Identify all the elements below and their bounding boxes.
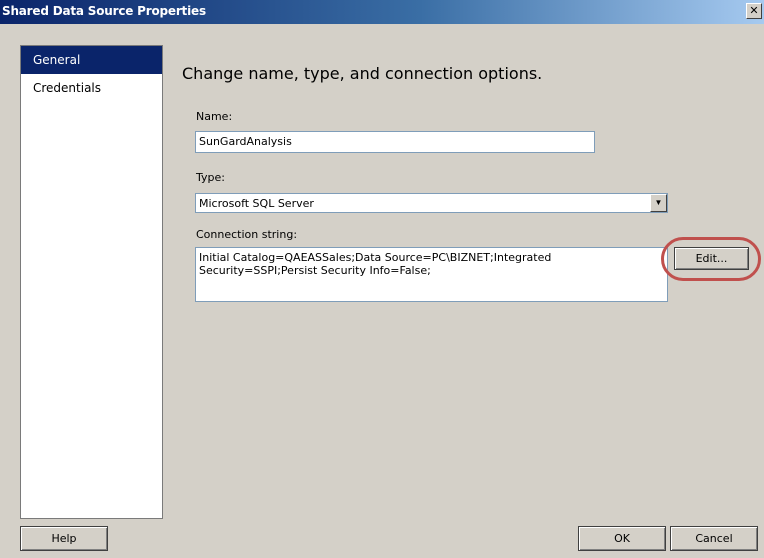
name-field[interactable]: SunGardAnalysis xyxy=(195,131,595,153)
ok-button[interactable]: OK xyxy=(578,526,666,551)
help-button[interactable]: Help xyxy=(20,526,108,551)
cancel-button[interactable]: Cancel xyxy=(670,526,758,551)
edit-button[interactable]: Edit... xyxy=(674,247,749,270)
name-label: Name: xyxy=(196,110,233,123)
close-icon[interactable]: ✕ xyxy=(746,3,762,19)
type-label: Type: xyxy=(196,171,225,184)
connection-string-field[interactable]: Initial Catalog=QAEASSales;Data Source=P… xyxy=(195,247,668,302)
nav-item-credentials[interactable]: Credentials xyxy=(21,74,162,102)
nav-item-label: Credentials xyxy=(33,81,102,95)
nav-item-label: General xyxy=(33,53,81,67)
title-bar: Shared Data Source Properties ✕ xyxy=(0,0,764,24)
dialog-body: General Credentials Change name, type, a… xyxy=(0,24,764,558)
type-select-value: Microsoft SQL Server xyxy=(199,197,314,210)
page-nav: General Credentials xyxy=(20,45,163,519)
window-title: Shared Data Source Properties xyxy=(2,4,206,18)
connection-string-label: Connection string: xyxy=(196,228,298,241)
type-select[interactable]: Microsoft SQL Server ▼ xyxy=(195,193,668,213)
chevron-down-icon[interactable]: ▼ xyxy=(650,194,667,212)
page-heading: Change name, type, and connection option… xyxy=(182,64,543,83)
nav-item-general[interactable]: General xyxy=(21,46,162,74)
